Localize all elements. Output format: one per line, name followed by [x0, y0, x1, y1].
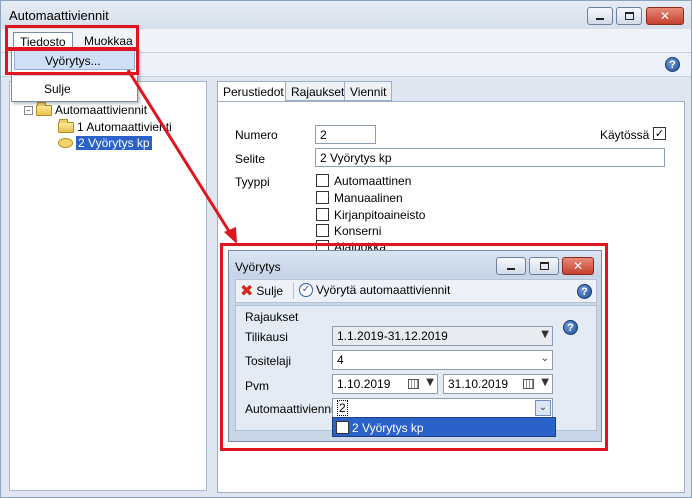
- annotation-arrow: [126, 69, 237, 244]
- arrow-line: [126, 69, 234, 237]
- arrow-head: [224, 227, 237, 244]
